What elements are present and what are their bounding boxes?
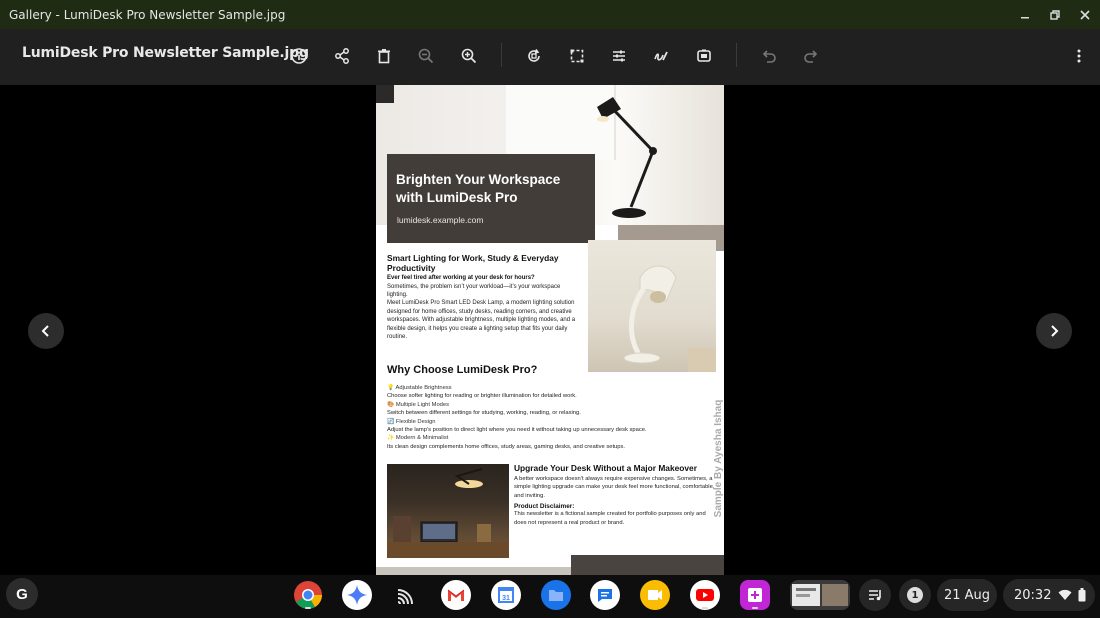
smart-lighting-section: Smart Lighting for Work, Study & Everyda… [387,253,577,341]
files-icon[interactable] [541,580,571,610]
section-heading: Smart Lighting for Work, Study & Everyda… [387,253,559,273]
close-icon[interactable] [1070,0,1100,29]
notification-count: 1 [907,587,923,603]
undo-icon[interactable] [754,41,784,71]
running-indicator [305,607,311,609]
headline-box: Brighten Your Workspace with LumiDesk Pr… [387,154,595,243]
window-preview-icon[interactable] [790,580,850,610]
previous-image-button[interactable] [28,313,64,349]
feature-desc: Adjust the lamp’s position to direct lig… [387,427,647,434]
meet-icon[interactable] [640,580,670,610]
sparkles-icon: ✨ [387,435,395,442]
svg-text:31: 31 [502,595,510,602]
launcher-button[interactable]: G [6,578,38,610]
disclaimer-text: This newsletter is a fictional sample cr… [514,511,706,526]
chevron-left-icon [41,325,49,337]
feature-title: Adjustable Brightness [395,385,452,391]
disclaimer-title: Product Disclaimer: [514,503,575,511]
feature-item: ✨ Modern & Minimalist [387,434,717,442]
feature-desc: Its clean design complements home office… [387,443,626,450]
decor-block [571,555,724,575]
section-paragraph: Meet LumiDesk Pro Smart LED Desk Lamp, a… [387,300,576,340]
share-icon[interactable] [327,41,357,71]
gallery-toolbar: LumiDesk Pro Newsletter Sample.jpg [0,29,1100,85]
newsletter-image: Brighten Your Workspace with LumiDesk Pr… [376,85,724,575]
date-display[interactable]: 21 Aug [937,579,997,611]
wifi-icon [1058,589,1072,600]
chevron-right-icon [1051,325,1059,337]
window-title: Gallery - LumiDesk Pro Newsletter Sample… [9,7,286,22]
youtube-icon[interactable] [690,580,720,610]
rotate-icon[interactable] [519,41,549,71]
playlist-icon[interactable] [859,579,891,611]
delete-icon[interactable] [369,41,399,71]
window-controls [1010,0,1100,29]
feature-desc: Choose softer lighting for reading or br… [387,393,577,400]
crop-icon[interactable] [562,41,592,71]
clock-time: 20:32 [1014,587,1052,603]
upgrade-heading: Upgrade Your Desk Without a Major Makeov… [514,463,697,473]
calendar-icon[interactable]: 31 [491,580,521,610]
refresh-icon: 🔄 [387,418,395,425]
annotate-icon[interactable] [646,41,676,71]
zoom-out-icon[interactable] [411,41,441,71]
running-indicator [752,607,758,609]
desk-setup-image [387,468,509,558]
shelf: G 31 1 21 Aug 20:32 [0,575,1100,618]
status-tray[interactable]: 20:32 [1003,579,1095,611]
running-indicator [702,607,708,609]
upgrade-section: Upgrade Your Desk Without a Major Makeov… [514,464,719,527]
battery-icon [1078,588,1086,602]
section-lead: Ever feel tired after working at your de… [387,275,535,281]
zoom-in-icon[interactable] [454,41,484,71]
image-viewer: Brighten Your Workspace with LumiDesk Pr… [0,85,1100,575]
chrome-icon[interactable] [293,580,323,610]
bulb-icon: 💡 [387,385,395,391]
rescale-icon[interactable] [689,41,719,71]
cast-icon[interactable] [391,580,421,610]
toolbar-divider [736,43,737,67]
desk-setup-photo [387,464,509,558]
why-heading: Why Choose LumiDesk Pro? [387,364,538,376]
gmail-icon[interactable] [441,580,471,610]
file-name: LumiDesk Pro Newsletter Sample.jpg [22,45,309,61]
newsletter-headline: Brighten Your Workspace with LumiDesk Pr… [396,172,561,205]
feature-title: Flexible Design [395,418,436,425]
white-lamp-photo [588,240,716,372]
next-image-button[interactable] [1036,313,1072,349]
restore-icon[interactable] [1040,0,1070,29]
minimize-icon[interactable] [1010,0,1040,29]
feature-title: Multiple Light Modes [395,401,450,408]
feature-item: 🔄 Flexible Design [387,418,717,426]
desk-lamp-image [597,97,657,218]
redo-icon[interactable] [796,41,826,71]
gemini-icon[interactable] [342,580,372,610]
info-icon[interactable] [284,41,314,71]
section-paragraph: Sometimes, the problem isn’t your worklo… [387,283,561,298]
toolbar-divider [501,43,502,67]
upgrade-paragraph: A better workspace doesn’t always requir… [514,476,715,499]
palette-icon: 🎨 [387,401,395,408]
adjust-icon[interactable] [604,41,634,71]
feature-desc: Switch between different settings for st… [387,410,581,417]
feature-item: 💡 Adjustable Brightness [387,384,717,392]
white-lamp-image [623,265,716,372]
gallery-icon[interactable] [740,580,770,610]
wall-frame [376,85,394,103]
newsletter-url: lumidesk.example.com [397,215,484,225]
messages-icon[interactable] [590,580,620,610]
more-icon[interactable] [1064,41,1094,71]
feature-item: 🎨 Multiple Light Modes [387,401,717,409]
feature-title: Modern & Minimalist [395,435,449,442]
title-bar: Gallery - LumiDesk Pro Newsletter Sample… [0,0,1100,29]
feature-list: 💡 Adjustable Brightness Choose softer li… [387,384,717,451]
notification-button[interactable]: 1 [899,579,931,611]
